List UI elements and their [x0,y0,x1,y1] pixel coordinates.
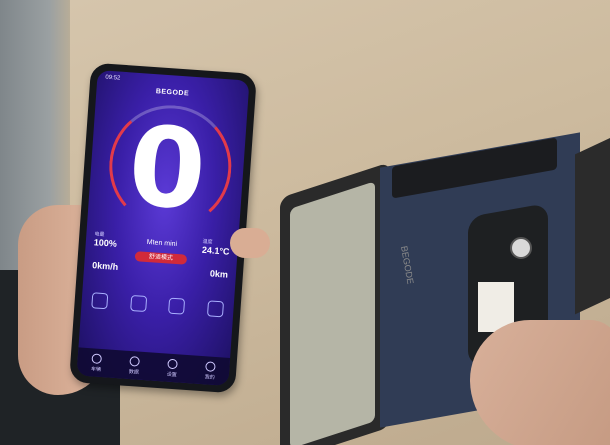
horn-icon[interactable] [129,294,147,313]
nav-settings[interactable]: 设置 [167,358,178,378]
status-time: 09:52 [105,74,121,82]
wheel-pedal [575,135,610,315]
nav-profile[interactable]: 我的 [204,360,216,380]
left-thumb [230,228,270,258]
power-button[interactable] [510,237,532,259]
quick-actions [91,292,224,318]
app-brand: BEGODE [155,88,190,98]
lock-icon[interactable] [206,300,224,318]
distance-stat: 0km [209,268,229,280]
bottom-nav: 车辆 数据 设置 我的 [76,347,231,386]
bluetooth-icon[interactable] [91,292,109,310]
wheel-foam-pad [290,181,375,445]
settings-icon [167,358,178,369]
speed-stat: 0km/h [91,260,119,272]
nav-data[interactable]: 数据 [129,355,140,375]
smartphone: 09:52 BEGODE 0 Mten mini 舒适模式 电量 100% 0km… [69,62,257,394]
ride-mode-button[interactable]: 舒适模式 [134,251,188,265]
speed-readout: 0 [124,101,210,235]
light-icon[interactable] [168,297,186,315]
vehicle-icon [91,352,103,364]
temperature-stat: 温度 24.1°C [201,238,230,257]
photo-scene: 09:52 BEGODE 0 Mten mini 舒适模式 电量 100% 0km… [0,0,610,445]
nav-vehicle[interactable]: 车辆 [91,352,103,373]
right-hand [470,320,610,445]
data-icon [129,355,140,367]
battery-stat: 电量 100% [93,231,118,249]
phone-screen: 09:52 BEGODE 0 Mten mini 舒适模式 电量 100% 0km… [76,70,250,386]
profile-icon [205,360,216,372]
